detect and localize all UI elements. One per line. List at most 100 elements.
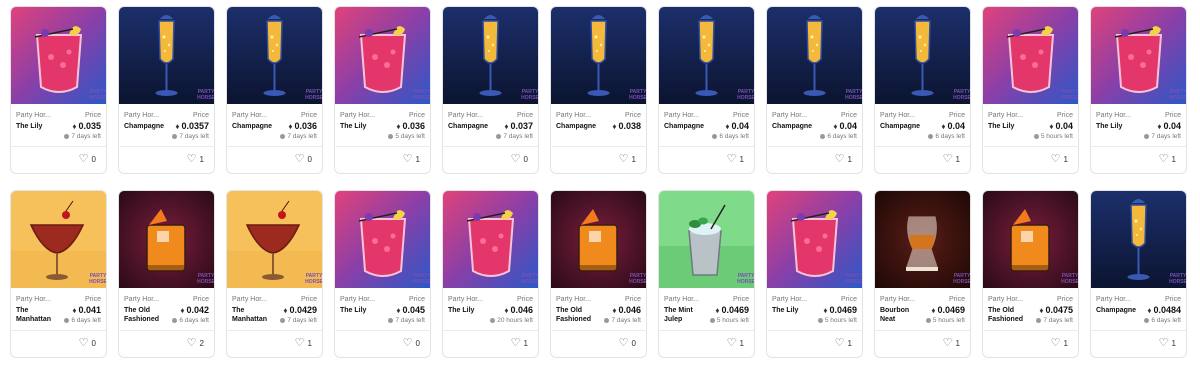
nft-image[interactable]: PARTY HORSE (335, 191, 430, 288)
like-button[interactable]: ♡ 0 (511, 154, 528, 165)
nft-card[interactable]: PARTY HORSE Party Hor... Price The Old F… (118, 190, 215, 358)
collection-name[interactable]: Party Hor... (1096, 296, 1144, 303)
heart-icon[interactable]: ♡ (187, 154, 197, 165)
nft-name[interactable]: Champagne (880, 122, 926, 131)
heart-icon[interactable]: ♡ (511, 338, 521, 349)
nft-card[interactable]: PARTY HORSE Party Hor... Price The Lily … (766, 190, 863, 358)
nft-card[interactable]: PARTY HORSE Party Hor... Price Champagne… (226, 6, 323, 174)
collection-name[interactable]: Party Hor... (880, 296, 928, 303)
nft-card[interactable]: PARTY HORSE Party Hor... Price Champagne… (1090, 190, 1187, 358)
like-button[interactable]: ♡ 1 (1159, 338, 1176, 349)
nft-image[interactable]: PARTY HORSE (659, 7, 754, 104)
heart-icon[interactable]: ♡ (943, 338, 953, 349)
collection-name[interactable]: Party Hor... (880, 112, 928, 119)
like-button[interactable]: ♡ 1 (835, 154, 852, 165)
collection-name[interactable]: Party Hor... (232, 296, 280, 303)
heart-icon[interactable]: ♡ (403, 154, 413, 165)
nft-name[interactable]: The Old Fashioned (556, 306, 602, 324)
collection-name[interactable]: Party Hor... (16, 296, 64, 303)
nft-card[interactable]: PARTY HORSE Party Hor... Price Bourbon N… (874, 190, 971, 358)
nft-card[interactable]: PARTY HORSE Party Hor... Price Champagne… (118, 6, 215, 174)
nft-card[interactable]: PARTY HORSE Party Hor... Price Champagne… (442, 6, 539, 174)
like-button[interactable]: ♡ 1 (727, 338, 744, 349)
nft-image[interactable]: PARTY HORSE (443, 7, 538, 104)
collection-name[interactable]: Party Hor... (124, 112, 172, 119)
like-button[interactable]: ♡ 1 (511, 338, 528, 349)
nft-card[interactable]: PARTY HORSE Party Hor... Price Champagne… (874, 6, 971, 174)
heart-icon[interactable]: ♡ (835, 338, 845, 349)
heart-icon[interactable]: ♡ (295, 154, 305, 165)
collection-name[interactable]: Party Hor... (772, 112, 820, 119)
nft-image[interactable]: PARTY HORSE (1091, 7, 1186, 104)
nft-card[interactable]: PARTY HORSE Party Hor... Price The Lily … (982, 6, 1079, 174)
collection-name[interactable]: Party Hor... (988, 296, 1036, 303)
nft-image[interactable]: PARTY HORSE (551, 191, 646, 288)
nft-card[interactable]: PARTY HORSE Party Hor... Price The Old F… (550, 190, 647, 358)
nft-image[interactable]: PARTY HORSE (227, 7, 322, 104)
collection-name[interactable]: Party Hor... (16, 112, 64, 119)
like-button[interactable]: ♡ 2 (187, 338, 204, 349)
nft-card[interactable]: PARTY HORSE Party Hor... Price The Lily … (334, 6, 431, 174)
like-button[interactable]: ♡ 1 (943, 154, 960, 165)
like-button[interactable]: ♡ 0 (79, 154, 96, 165)
nft-image[interactable]: PARTY HORSE (767, 191, 862, 288)
nft-image[interactable]: PARTY HORSE (11, 7, 106, 104)
nft-image[interactable]: PARTY HORSE (1091, 191, 1186, 288)
like-button[interactable]: ♡ 1 (619, 154, 636, 165)
heart-icon[interactable]: ♡ (727, 338, 737, 349)
nft-image[interactable]: PARTY HORSE (983, 191, 1078, 288)
nft-name[interactable]: The Manhattan (16, 306, 62, 324)
heart-icon[interactable]: ♡ (1051, 154, 1061, 165)
nft-image[interactable]: PARTY HORSE (11, 191, 106, 288)
nft-name[interactable]: The Lily (340, 306, 386, 315)
heart-icon[interactable]: ♡ (835, 154, 845, 165)
nft-image[interactable]: PARTY HORSE (443, 191, 538, 288)
collection-name[interactable]: Party Hor... (772, 296, 820, 303)
collection-name[interactable]: Party Hor... (1096, 112, 1144, 119)
heart-icon[interactable]: ♡ (79, 154, 89, 165)
nft-name[interactable]: Champagne (772, 122, 818, 131)
collection-name[interactable]: Party Hor... (448, 112, 496, 119)
like-button[interactable]: ♡ 0 (619, 338, 636, 349)
nft-name[interactable]: The Lily (340, 122, 386, 131)
heart-icon[interactable]: ♡ (1051, 338, 1061, 349)
collection-name[interactable]: Party Hor... (664, 112, 712, 119)
collection-name[interactable]: Party Hor... (124, 296, 172, 303)
nft-card[interactable]: PARTY HORSE Party Hor... Price Champagne… (550, 6, 647, 174)
heart-icon[interactable]: ♡ (511, 154, 521, 165)
nft-name[interactable]: Champagne (124, 122, 170, 131)
collection-name[interactable]: Party Hor... (556, 296, 604, 303)
nft-card[interactable]: PARTY HORSE Party Hor... Price The Old F… (982, 190, 1079, 358)
like-button[interactable]: ♡ 0 (403, 338, 420, 349)
nft-card[interactable]: PARTY HORSE Party Hor... Price The Mint … (658, 190, 755, 358)
nft-image[interactable]: PARTY HORSE (119, 191, 214, 288)
nft-name[interactable]: Champagne (232, 122, 278, 131)
nft-name[interactable]: Champagne (556, 122, 602, 131)
heart-icon[interactable]: ♡ (1159, 154, 1169, 165)
heart-icon[interactable]: ♡ (727, 154, 737, 165)
nft-image[interactable]: PARTY HORSE (551, 7, 646, 104)
nft-image[interactable]: PARTY HORSE (983, 7, 1078, 104)
nft-image[interactable]: PARTY HORSE (119, 7, 214, 104)
collection-name[interactable]: Party Hor... (340, 112, 388, 119)
like-button[interactable]: ♡ 1 (835, 338, 852, 349)
like-button[interactable]: ♡ 1 (295, 338, 312, 349)
nft-name[interactable]: Bourbon Neat (880, 306, 926, 324)
like-button[interactable]: ♡ 1 (403, 154, 420, 165)
nft-card[interactable]: PARTY HORSE Party Hor... Price The Manha… (226, 190, 323, 358)
like-button[interactable]: ♡ 1 (1159, 154, 1176, 165)
collection-name[interactable]: Party Hor... (556, 112, 604, 119)
nft-image[interactable]: PARTY HORSE (335, 7, 430, 104)
nft-card[interactable]: PARTY HORSE Party Hor... Price The Manha… (10, 190, 107, 358)
nft-image[interactable]: PARTY HORSE (227, 191, 322, 288)
like-button[interactable]: ♡ 0 (295, 154, 312, 165)
collection-name[interactable]: Party Hor... (988, 112, 1036, 119)
nft-name[interactable]: The Manhattan (232, 306, 278, 324)
nft-image[interactable]: PARTY HORSE (767, 7, 862, 104)
nft-card[interactable]: PARTY HORSE Party Hor... Price The Lily … (1090, 6, 1187, 174)
nft-card[interactable]: PARTY HORSE Party Hor... Price Champagne… (766, 6, 863, 174)
collection-name[interactable]: Party Hor... (340, 296, 388, 303)
nft-name[interactable]: The Lily (772, 306, 818, 315)
nft-name[interactable]: The Mint Julep (664, 306, 710, 324)
heart-icon[interactable]: ♡ (619, 338, 629, 349)
